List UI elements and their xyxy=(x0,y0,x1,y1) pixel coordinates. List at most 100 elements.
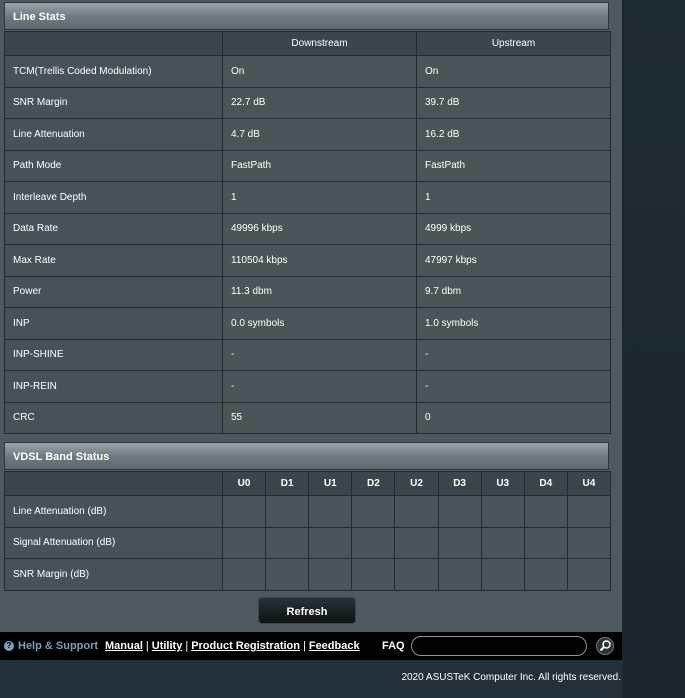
upstream-value: 47997 kbps xyxy=(416,244,611,277)
downstream-value: 0.0 symbols xyxy=(222,307,417,340)
downstream-value: 4.7 dB xyxy=(222,118,417,151)
band-header-u1: U1 xyxy=(308,471,353,496)
line-stats-row: INP-REIN - - xyxy=(4,370,611,403)
vdsl-cell-u2 xyxy=(394,526,439,559)
column-header-upstream: Upstream xyxy=(416,31,611,56)
band-header-u2: U2 xyxy=(394,471,439,496)
vdsl-cell-d1 xyxy=(265,495,310,528)
row-label: CRC xyxy=(4,401,223,434)
help-icon: ? xyxy=(4,641,14,651)
vdsl-cell-u4 xyxy=(566,495,611,528)
column-header-label xyxy=(4,31,223,56)
upstream-value: 1 xyxy=(416,181,611,214)
vdsl-cell-u0 xyxy=(221,558,267,591)
row-label: Interleave Depth xyxy=(4,181,223,214)
product-registration-link[interactable]: Product Registration xyxy=(191,640,300,652)
vdsl-cell-d4 xyxy=(523,558,568,591)
vdsl-band-table: U0 D1 U1 D2 U2 D3 U3 D4 U4 Line Attenuation (dB)… xyxy=(4,471,611,591)
faq-label: FAQ xyxy=(382,640,405,652)
upstream-value: FastPath xyxy=(416,149,611,182)
vdsl-cell-u1 xyxy=(308,526,353,559)
upstream-value: - xyxy=(416,338,611,371)
line-stats-row: INP-SHINE - - xyxy=(4,338,611,371)
downstream-value: On xyxy=(222,55,417,88)
row-label: Max Rate xyxy=(4,244,223,277)
vdsl-header-row: U0 D1 U1 D2 U2 D3 U3 D4 U4 xyxy=(4,471,611,496)
line-stats-row: Path Mode FastPath FastPath xyxy=(4,149,611,182)
vdsl-cell-d1 xyxy=(265,526,310,559)
vdsl-cell-u2 xyxy=(394,558,439,591)
line-stats-row: Interleave Depth 1 1 xyxy=(4,181,611,214)
row-label: INP-SHINE xyxy=(4,338,223,371)
utility-link[interactable]: Utility xyxy=(152,640,183,652)
row-label: TCM(Trellis Coded Modulation) xyxy=(4,55,223,88)
upstream-value: 0 xyxy=(416,401,611,434)
line-stats-row: Max Rate 110504 kbps 47997 kbps xyxy=(4,244,611,277)
vdsl-row: Line Attenuation (dB) xyxy=(4,495,611,528)
vdsl-cell-u3 xyxy=(480,558,525,591)
faq-search-input[interactable] xyxy=(411,636,587,656)
manual-link[interactable]: Manual xyxy=(105,640,143,652)
row-label: Line Attenuation xyxy=(4,118,223,151)
vdsl-band-header: VDSL Band Status xyxy=(4,442,609,470)
vdsl-cell-u2 xyxy=(394,495,439,528)
column-header-downstream: Downstream xyxy=(222,31,417,56)
row-label: Path Mode xyxy=(4,149,223,182)
vdsl-cell-d3 xyxy=(437,526,482,559)
search-icon xyxy=(599,640,611,652)
row-label: INP-REIN xyxy=(4,370,223,403)
line-stats-row: Line Attenuation 4.7 dB 16.2 dB xyxy=(4,118,611,151)
band-header-u0: U0 xyxy=(221,471,267,496)
vdsl-corner-cell xyxy=(4,471,223,496)
downstream-value: FastPath xyxy=(222,149,417,182)
vdsl-row-label: Line Attenuation (dB) xyxy=(4,495,223,528)
downstream-value: 110504 kbps xyxy=(222,244,417,277)
line-stats-row: INP 0.0 symbols 1.0 symbols xyxy=(4,307,611,340)
copyright-text: 2020 ASUSTeK Computer Inc. All rights re… xyxy=(401,672,621,683)
upstream-value: 4999 kbps xyxy=(416,212,611,245)
vdsl-cell-u0 xyxy=(221,526,267,559)
upstream-value: 16.2 dB xyxy=(416,118,611,151)
vdsl-row-label: Signal Attenuation (dB) xyxy=(4,526,223,559)
vdsl-cell-d2 xyxy=(351,558,396,591)
row-label: INP xyxy=(4,307,223,340)
main-panel: Line Stats Downstream Upstream TCM(Trell… xyxy=(0,0,623,660)
band-header-d1: D1 xyxy=(265,471,310,496)
feedback-link[interactable]: Feedback xyxy=(309,640,360,652)
downstream-value: 49996 kbps xyxy=(222,212,417,245)
upstream-value: On xyxy=(416,55,611,88)
row-label: Power xyxy=(4,275,223,308)
upstream-value: 9.7 dbm xyxy=(416,275,611,308)
vdsl-band-title: VDSL Band Status xyxy=(13,451,110,463)
vdsl-cell-u0 xyxy=(221,495,267,528)
upstream-value: 1.0 symbols xyxy=(416,307,611,340)
right-background xyxy=(623,0,685,698)
vdsl-cell-u3 xyxy=(480,495,525,528)
help-support-link[interactable]: Help & Support xyxy=(18,640,98,652)
search-button[interactable] xyxy=(596,637,614,655)
vdsl-cell-d3 xyxy=(437,558,482,591)
band-header-d2: D2 xyxy=(351,471,396,496)
line-stats-header: Line Stats xyxy=(4,2,609,30)
footer-links: Manual | Utility | Product Registration | Feed… xyxy=(105,640,360,652)
refresh-button[interactable]: Refresh xyxy=(258,597,356,624)
line-stats-table: Downstream Upstream TCM(Trellis Coded Mo… xyxy=(4,31,611,434)
line-stats-row: TCM(Trellis Coded Modulation) On On xyxy=(4,55,611,88)
vdsl-cell-d2 xyxy=(351,526,396,559)
band-header-d4: D4 xyxy=(523,471,568,496)
vdsl-cell-u4 xyxy=(566,558,611,591)
vdsl-cell-u3 xyxy=(480,526,525,559)
vdsl-cell-d4 xyxy=(523,526,568,559)
row-label: SNR Margin xyxy=(4,86,223,119)
downstream-value: 1 xyxy=(222,181,417,214)
vdsl-cell-d4 xyxy=(523,495,568,528)
vdsl-cell-d3 xyxy=(437,495,482,528)
band-header-u4: U4 xyxy=(566,471,611,496)
vdsl-cell-u1 xyxy=(308,558,353,591)
vdsl-cell-u1 xyxy=(308,495,353,528)
row-label: Data Rate xyxy=(4,212,223,245)
band-header-d3: D3 xyxy=(437,471,482,496)
line-stats-row: CRC 55 0 xyxy=(4,401,611,434)
downstream-value: - xyxy=(222,338,417,371)
line-stats-header-row: Downstream Upstream xyxy=(4,31,611,56)
